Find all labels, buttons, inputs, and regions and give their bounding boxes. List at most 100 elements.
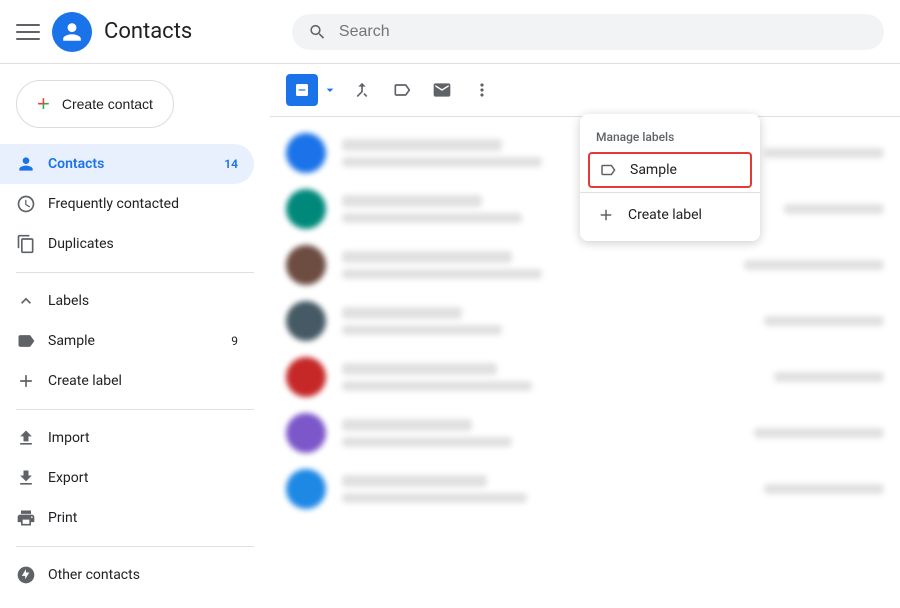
contact-name-bar (342, 139, 502, 151)
search-bar[interactable] (292, 14, 884, 50)
avatar (286, 413, 326, 453)
contact-name-bar (342, 195, 482, 207)
labels-collapse-icon (16, 291, 36, 311)
label-button[interactable] (384, 72, 420, 108)
contact-extra (754, 428, 884, 438)
manage-labels-dropdown: Manage labels Sample (580, 114, 760, 241)
divider-2 (16, 409, 254, 410)
dropdown-item-sample[interactable]: Sample (588, 152, 752, 188)
contact-name-bar (342, 363, 497, 375)
search-icon (308, 22, 327, 42)
select-group (286, 72, 340, 108)
more-button[interactable] (464, 72, 500, 108)
sidebar-item-export[interactable]: Export (0, 458, 254, 498)
table-row[interactable] (270, 349, 900, 405)
frequently-contacted-label: Frequently contacted (48, 196, 179, 212)
table-row[interactable] (270, 237, 900, 293)
sidebar-item-import[interactable]: Import (0, 418, 254, 458)
contact-extra (784, 204, 884, 214)
contact-detail-bar (342, 157, 542, 167)
sidebar-item-sample[interactable]: Sample 9 (0, 321, 254, 361)
dropdown-sample-label: Sample (630, 162, 677, 178)
create-plus-icon: + (37, 91, 50, 117)
contacts-badge: 14 (224, 157, 238, 171)
contact-extra (764, 484, 884, 494)
topbar-left: Contacts (16, 12, 276, 52)
export-icon (16, 468, 36, 488)
create-label-label: Create label (48, 373, 122, 389)
contact-info (342, 363, 758, 391)
print-label: Print (48, 510, 77, 526)
sidebar-item-duplicates[interactable]: Duplicates (0, 224, 254, 264)
contact-detail-bar (342, 381, 532, 391)
search-input[interactable] (339, 23, 868, 41)
contact-name-bar (342, 475, 487, 487)
contact-detail-bar (342, 325, 502, 335)
contact-info (342, 251, 728, 279)
contact-extra (774, 372, 884, 382)
labels-title: Labels (48, 293, 89, 309)
sidebar-item-frequently-contacted[interactable]: Frequently contacted (0, 184, 254, 224)
contact-name-bar (342, 419, 472, 431)
duplicates-label: Duplicates (48, 236, 114, 252)
contact-extra (744, 260, 884, 270)
contact-detail-bar (342, 493, 527, 503)
contact-extra (764, 148, 884, 158)
avatar (286, 245, 326, 285)
contacts-label: Contacts (48, 156, 104, 172)
dropdown-divider (580, 192, 760, 193)
contact-extra (764, 316, 884, 326)
labels-section-header[interactable]: Labels (0, 281, 270, 321)
divider-3 (16, 546, 254, 547)
table-row[interactable] (270, 293, 900, 349)
other-contacts-label: Other contacts (48, 567, 140, 583)
sidebar: + Create contact Contacts 14 Frequently … (0, 64, 270, 608)
sample-label-icon (16, 331, 36, 351)
contact-name-bar (342, 307, 462, 319)
email-button[interactable] (424, 72, 460, 108)
dropdown-create-label[interactable]: Create label (580, 197, 760, 233)
duplicates-icon (16, 234, 36, 254)
sample-badge: 9 (231, 334, 238, 348)
frequently-contacted-icon (16, 194, 36, 214)
merge-button[interactable] (344, 72, 380, 108)
contact-name-bar (342, 251, 512, 263)
avatar (286, 357, 326, 397)
contacts-icon (16, 154, 36, 174)
create-label-icon (16, 371, 36, 391)
other-contacts-icon (16, 565, 36, 585)
table-row[interactable] (270, 405, 900, 461)
avatar (286, 301, 326, 341)
sample-label-icon-dropdown (598, 160, 618, 180)
app-title: Contacts (104, 19, 192, 44)
sidebar-item-print[interactable]: Print (0, 498, 254, 538)
sample-label: Sample (48, 333, 95, 349)
contact-detail-bar (342, 437, 512, 447)
table-row[interactable] (270, 461, 900, 517)
import-icon (16, 428, 36, 448)
select-dropdown-arrow[interactable] (320, 72, 340, 108)
contact-detail-bar (342, 269, 542, 279)
sidebar-item-create-label[interactable]: Create label (0, 361, 254, 401)
create-contact-button[interactable]: + Create contact (16, 80, 174, 128)
content-area: Manage labels Sample (270, 64, 900, 608)
create-label-icon-dropdown (596, 205, 616, 225)
avatar (286, 189, 326, 229)
contact-info (342, 419, 738, 447)
hamburger-icon[interactable] (16, 20, 40, 44)
sidebar-item-other-contacts[interactable]: Other contacts (0, 555, 254, 595)
contact-detail-bar (342, 213, 522, 223)
print-icon (16, 508, 36, 528)
topbar: Contacts (0, 0, 900, 64)
select-button[interactable] (286, 74, 318, 106)
sidebar-item-contacts[interactable]: Contacts 14 (0, 144, 254, 184)
avatar (286, 469, 326, 509)
contact-info (342, 475, 748, 503)
dropdown-create-label-text: Create label (628, 207, 702, 223)
app-avatar (52, 12, 92, 52)
dropdown-title: Manage labels (580, 122, 760, 152)
avatar (286, 133, 326, 173)
create-contact-label: Create contact (62, 96, 153, 112)
import-label: Import (48, 430, 90, 446)
main-layout: + Create contact Contacts 14 Frequently … (0, 64, 900, 608)
